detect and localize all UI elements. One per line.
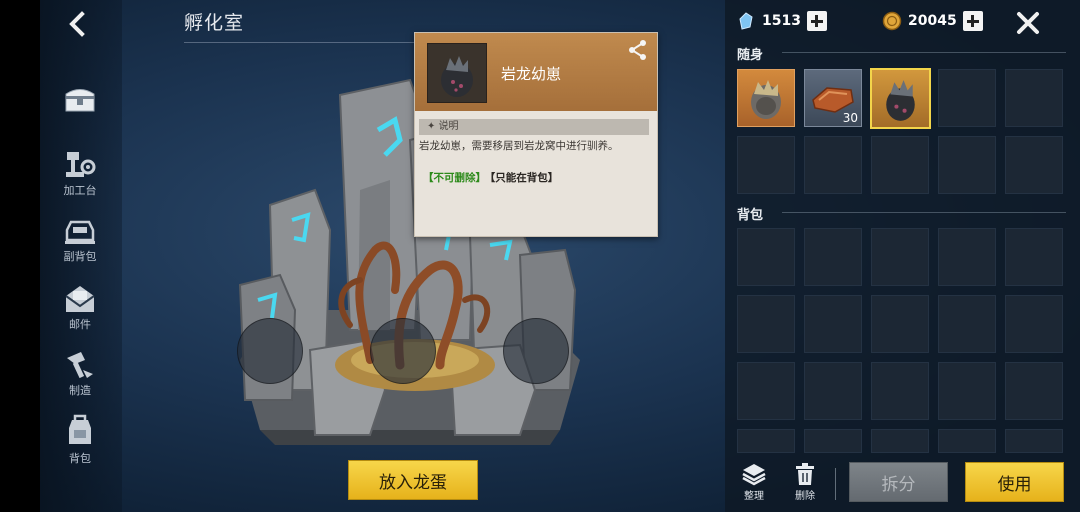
sort-button-label: 整理 (744, 491, 764, 502)
carry-slot-8[interactable] (871, 136, 929, 194)
backpack-slot[interactable] (804, 362, 862, 420)
backpack-slot[interactable] (1005, 362, 1063, 420)
backpack-slot[interactable] (737, 362, 795, 420)
close-button[interactable] (1014, 9, 1042, 37)
treasure-chest-icon (65, 89, 95, 112)
coin-resource: 20045 (882, 11, 983, 31)
backpack-only-tag: 【只能在背包】 (490, 172, 559, 184)
backpack-slot[interactable] (938, 228, 996, 286)
tooltip-item-thumbnail (427, 43, 487, 103)
close-icon (1017, 12, 1039, 34)
backpack-section-title: 背包 (737, 208, 764, 223)
tooltip-item-name: 岩龙幼崽 (501, 65, 562, 83)
tooltip-tags: 【不可删除】 【只能在背包】 (415, 154, 657, 185)
backpack-slot[interactable] (938, 295, 996, 353)
sidebar-item-label: 邮件 (69, 318, 91, 331)
backpack-icon (69, 414, 91, 444)
delete-button-label: 删除 (795, 491, 815, 502)
sidebar-item-craft[interactable]: 制造 (52, 350, 108, 398)
tooltip-description: 岩龙幼崽，需要移居到岩龙窝中进行驯养。 (419, 140, 619, 152)
sidebar-item-sub-backpack[interactable]: 副背包 (52, 216, 108, 264)
incubator-slot-1[interactable] (237, 318, 303, 384)
place-egg-button-label: 放入龙蛋 (379, 472, 447, 493)
backpack-slot[interactable] (871, 362, 929, 420)
sidebar-item-workbench[interactable]: 加工台 (52, 148, 108, 198)
split-button-label: 拆分 (881, 474, 916, 495)
incubator-slot-3[interactable] (503, 318, 569, 384)
left-edge (0, 0, 40, 512)
carry-slot-2[interactable]: 30 (804, 69, 862, 127)
carry-slot-4[interactable] (938, 69, 996, 127)
incubator-slot-2[interactable] (370, 318, 436, 384)
crystal-resource: 1513 (736, 11, 827, 31)
backpack-slot[interactable] (1005, 429, 1063, 453)
backpack-slot[interactable] (737, 228, 795, 286)
use-button-label: 使用 (997, 474, 1032, 495)
rock-dragon-baby-icon (886, 80, 915, 121)
coin-icon (882, 11, 902, 31)
crystal-amount: 1513 (762, 13, 801, 29)
backpack-slot[interactable] (737, 429, 795, 453)
game-screen: 加工台 副背包 邮件 制造 背包 孵化室 放入龙蛋 岩龙幼崽 ✦ 说明 岩龙幼崽… (0, 0, 1080, 512)
backpack-slot[interactable] (938, 362, 996, 420)
add-crystal-button[interactable] (806, 11, 827, 31)
title-divider (184, 42, 424, 43)
item-tooltip: 岩龙幼崽 ✦ 说明 岩龙幼崽，需要移居到岩龙窝中进行驯养。 【不可删除】 【只能在… (414, 32, 658, 237)
trash-icon (796, 463, 814, 485)
carry-slot-10[interactable] (1005, 136, 1063, 194)
rock-dragon-baby-icon (441, 56, 473, 97)
back-arrow-icon (69, 11, 85, 37)
share-icon (629, 40, 646, 60)
delete-button[interactable]: 删除 (785, 462, 825, 502)
carry-section-divider (782, 52, 1066, 53)
sidebar-item-backpack[interactable]: 背包 (52, 414, 108, 466)
backpack-slot[interactable] (1005, 228, 1063, 286)
backpack-slot[interactable] (737, 295, 795, 353)
toolbar-divider (835, 468, 836, 500)
sidebar-item-label: 加工台 (63, 184, 97, 197)
workbench-icon (66, 152, 96, 177)
backpack-slot[interactable] (804, 295, 862, 353)
sidebar-item-mail[interactable]: 邮件 (52, 284, 108, 332)
tooltip-section-header: ✦ 说明 (419, 119, 649, 135)
crystal-icon (739, 12, 753, 30)
sidebar-item-label: 副背包 (63, 250, 97, 263)
page-title: 孵化室 (184, 12, 245, 34)
backpack-slot[interactable] (1005, 295, 1063, 353)
rock-dragon-egg-icon (751, 80, 781, 119)
carry-slot-6[interactable] (737, 136, 795, 194)
sub-backpack-icon (65, 220, 95, 244)
backpack-section-divider (782, 212, 1066, 213)
backpack-slot[interactable] (938, 429, 996, 453)
crafting-hammer-icon (67, 352, 93, 379)
backpack-slot[interactable] (804, 228, 862, 286)
sort-button[interactable]: 整理 (734, 462, 774, 502)
sidebar-item-chest[interactable] (52, 84, 108, 114)
place-egg-button[interactable]: 放入龙蛋 (348, 460, 478, 500)
coin-amount: 20045 (908, 13, 957, 29)
sidebar-item-label: 制造 (69, 384, 91, 397)
back-button[interactable] (62, 8, 94, 40)
carry-slot-2-count: 30 (842, 111, 858, 125)
tooltip-section-label: 说明 (438, 121, 459, 132)
backpack-slot[interactable] (871, 295, 929, 353)
stack-layers-icon (742, 464, 766, 486)
carry-slot-9[interactable] (938, 136, 996, 194)
tooltip-header: 岩龙幼崽 (415, 33, 657, 111)
carry-slot-1[interactable] (737, 69, 795, 127)
add-coin-button[interactable] (962, 11, 983, 31)
undeletable-tag: 【不可删除】 (423, 172, 486, 184)
use-button[interactable]: 使用 (965, 462, 1064, 502)
carry-slot-3[interactable] (870, 68, 931, 129)
backpack-slot[interactable] (871, 429, 929, 453)
backpack-slot[interactable] (871, 228, 929, 286)
carry-slot-7[interactable] (804, 136, 862, 194)
carry-slot-5[interactable] (1005, 69, 1063, 127)
backpack-slot[interactable] (804, 429, 862, 453)
mail-icon (65, 286, 95, 312)
carry-section-title: 随身 (737, 48, 764, 63)
share-button[interactable] (627, 39, 649, 65)
sidebar-item-label: 背包 (69, 452, 91, 465)
split-button[interactable]: 拆分 (849, 462, 948, 502)
